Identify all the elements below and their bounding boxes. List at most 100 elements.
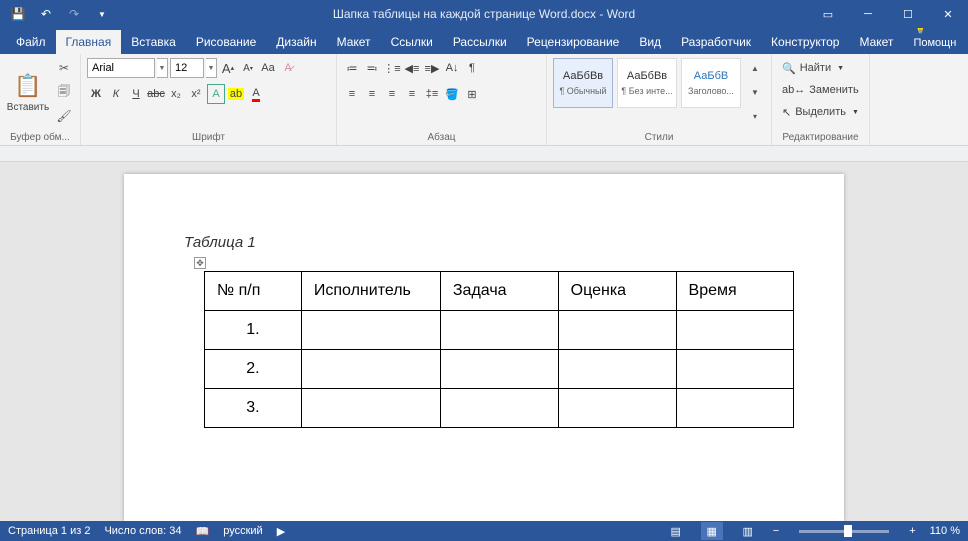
decrease-indent-icon[interactable]: ◀≡: [403, 58, 421, 78]
tab-view[interactable]: Вид: [629, 30, 671, 54]
tab-home[interactable]: Главная: [56, 30, 122, 54]
shading-icon[interactable]: 🪣: [443, 84, 461, 104]
page-indicator[interactable]: Страница 1 из 2: [8, 525, 90, 537]
cursor-icon: ↖: [782, 106, 791, 119]
table-move-handle[interactable]: ✥: [194, 257, 206, 269]
tab-constructor[interactable]: Конструктор: [761, 30, 849, 54]
grow-font-icon[interactable]: A▴: [219, 58, 237, 78]
justify-icon[interactable]: ≡: [403, 84, 421, 104]
redo-icon[interactable]: ↷: [62, 2, 86, 26]
styles-more-icon[interactable]: ▾: [745, 106, 765, 126]
line-spacing-icon[interactable]: ‡≡: [423, 84, 441, 104]
qat-customize-icon[interactable]: ▼: [90, 2, 114, 26]
tab-layout[interactable]: Макет: [327, 30, 381, 54]
read-mode-icon[interactable]: ▤: [665, 522, 687, 540]
header-cell[interactable]: Время: [676, 272, 793, 311]
underline-button[interactable]: Ч: [127, 84, 145, 104]
group-styles: АаБбВв ¶ Обычный АаБбВв ¶ Без инте... Аа…: [547, 54, 772, 145]
group-editing: 🔍Найти▼ ab↔Заменить ↖Выделить▼ Редактиро…: [772, 54, 870, 145]
subscript-button[interactable]: x₂: [167, 84, 185, 104]
select-button[interactable]: ↖Выделить▼: [778, 102, 863, 122]
tab-file[interactable]: Файл: [6, 30, 56, 54]
header-cell[interactable]: № п/п: [205, 272, 302, 311]
font-name-input[interactable]: Arial: [87, 58, 155, 78]
tab-design[interactable]: Дизайн: [266, 30, 326, 54]
style-heading[interactable]: АаБбВ Заголово...: [681, 58, 741, 108]
bold-button[interactable]: Ж: [87, 84, 105, 104]
header-cell[interactable]: Оценка: [558, 272, 676, 311]
tab-developer[interactable]: Разработчик: [671, 30, 761, 54]
spellcheck-icon[interactable]: 📖: [196, 525, 210, 538]
group-clipboard: 📋 Вставить ✂ 🗐 🖌 Буфер обм...: [0, 54, 81, 145]
styles-up-icon[interactable]: ▲: [745, 58, 765, 78]
change-case-icon[interactable]: Aa: [259, 58, 277, 78]
superscript-button[interactable]: x²: [187, 84, 205, 104]
show-marks-icon[interactable]: ¶: [463, 58, 481, 78]
clear-format-icon[interactable]: A̷: [279, 58, 297, 78]
ribbon: 📋 Вставить ✂ 🗐 🖌 Буфер обм... Arial▼ 12▼…: [0, 54, 968, 146]
copy-icon[interactable]: 🗐: [54, 82, 74, 102]
font-color-icon[interactable]: A: [247, 84, 265, 104]
text-effects-icon[interactable]: A: [207, 84, 225, 104]
shrink-font-icon[interactable]: A▾: [239, 58, 257, 78]
italic-button[interactable]: К: [107, 84, 125, 104]
print-layout-icon[interactable]: ▦: [701, 522, 723, 540]
align-center-icon[interactable]: ≡: [363, 84, 381, 104]
format-painter-icon[interactable]: 🖌: [54, 106, 74, 126]
replace-button[interactable]: ab↔Заменить: [778, 80, 863, 100]
increase-indent-icon[interactable]: ≡▶: [423, 58, 441, 78]
tab-layout2[interactable]: Макет: [849, 30, 903, 54]
table-row[interactable]: 1.: [205, 311, 794, 350]
style-normal[interactable]: АаБбВв ¶ Обычный: [553, 58, 613, 108]
multilevel-icon[interactable]: ⋮≡: [383, 58, 401, 78]
table-row[interactable]: 2.: [205, 350, 794, 389]
style-no-spacing[interactable]: АаБбВв ¶ Без инте...: [617, 58, 677, 108]
zoom-level[interactable]: 110 %: [930, 525, 960, 537]
title-bar: 💾 ↶ ↷ ▼ Шапка таблицы на каждой странице…: [0, 0, 968, 28]
document-table[interactable]: № п/п Исполнитель Задача Оценка Время 1.…: [204, 271, 794, 428]
paste-button[interactable]: 📋 Вставить: [6, 58, 50, 124]
highlight-icon[interactable]: ab: [227, 84, 245, 104]
table-row[interactable]: 3.: [205, 389, 794, 428]
table-caption[interactable]: Таблица 1: [184, 234, 794, 251]
bullets-icon[interactable]: ≔: [343, 58, 361, 78]
sort-icon[interactable]: A↓: [443, 58, 461, 78]
ribbon-options-icon[interactable]: ▭: [808, 0, 848, 28]
tab-insert[interactable]: Вставка: [121, 30, 186, 54]
font-size-input[interactable]: 12: [170, 58, 204, 78]
align-left-icon[interactable]: ≡: [343, 84, 361, 104]
maximize-icon[interactable]: ☐: [888, 0, 928, 28]
zoom-slider[interactable]: [799, 530, 889, 533]
save-icon[interactable]: 💾: [6, 2, 30, 26]
numbering-icon[interactable]: ≕: [363, 58, 381, 78]
styles-down-icon[interactable]: ▼: [745, 82, 765, 102]
page[interactable]: Таблица 1 ✥ № п/п Исполнитель Задача Оце…: [124, 174, 844, 521]
web-layout-icon[interactable]: ▥: [737, 522, 759, 540]
word-count[interactable]: Число слов: 34: [104, 525, 181, 537]
tab-mailings[interactable]: Рассылки: [443, 30, 517, 54]
table-header-row[interactable]: № п/п Исполнитель Задача Оценка Время: [205, 272, 794, 311]
ruler[interactable]: [0, 146, 968, 162]
find-button[interactable]: 🔍Найти▼: [778, 58, 863, 78]
header-cell[interactable]: Исполнитель: [301, 272, 440, 311]
borders-icon[interactable]: ⊞: [463, 84, 481, 104]
close-icon[interactable]: ✕: [928, 0, 968, 28]
font-size-dropdown[interactable]: ▼: [206, 58, 217, 78]
font-name-dropdown[interactable]: ▼: [157, 58, 168, 78]
window-title: Шапка таблицы на каждой странице Word.do…: [333, 7, 635, 21]
header-cell[interactable]: Задача: [440, 272, 558, 311]
zoom-out-icon[interactable]: −: [773, 525, 779, 537]
tab-references[interactable]: Ссылки: [381, 30, 443, 54]
align-right-icon[interactable]: ≡: [383, 84, 401, 104]
macro-icon[interactable]: ▶: [277, 525, 285, 538]
document-canvas[interactable]: Таблица 1 ✥ № п/п Исполнитель Задача Оце…: [0, 146, 968, 521]
group-font: Arial▼ 12▼ A▴ A▾ Aa A̷ Ж К Ч abc x₂ x² A…: [81, 54, 337, 145]
tab-draw[interactable]: Рисование: [186, 30, 266, 54]
minimize-icon[interactable]: ─: [848, 0, 888, 28]
cut-icon[interactable]: ✂: [54, 58, 74, 78]
language-indicator[interactable]: русский: [223, 525, 262, 537]
strike-button[interactable]: abc: [147, 84, 165, 104]
tab-review[interactable]: Рецензирование: [517, 30, 630, 54]
zoom-in-icon[interactable]: +: [909, 525, 915, 537]
undo-icon[interactable]: ↶: [34, 2, 58, 26]
